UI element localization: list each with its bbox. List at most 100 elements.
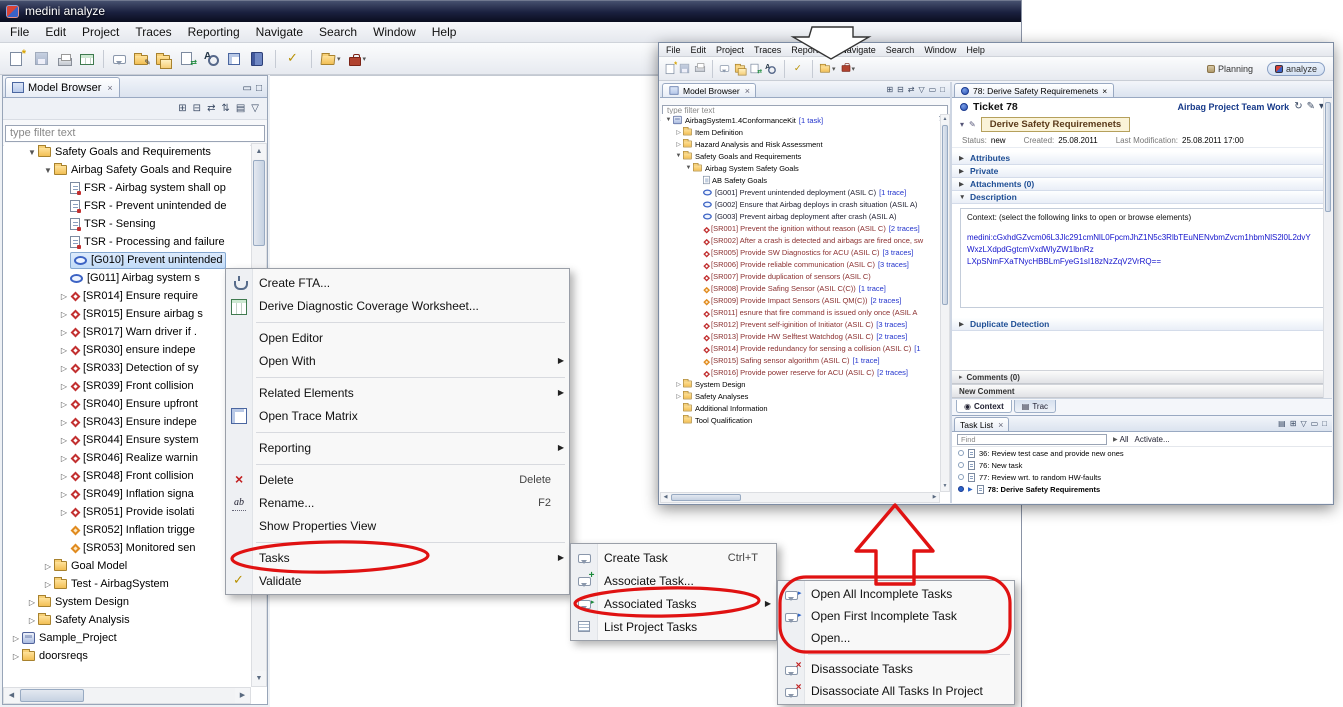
expand-icon[interactable]: ▷ — [674, 141, 683, 148]
open-folder-button[interactable]: ▾ — [817, 62, 839, 76]
section-attachments[interactable]: ▶ Attachments (0) — [952, 178, 1332, 191]
tree-item-g010-prevent-unintended[interactable]: [G010] Prevent unintended — [4, 251, 250, 269]
expand-icon[interactable]: ▷ — [58, 346, 70, 355]
save-button[interactable] — [677, 60, 692, 77]
menu-item-associated-tasks[interactable]: Associated Tasks▶ — [571, 592, 776, 615]
edit-folder-button[interactable] — [131, 50, 151, 67]
tree-item-sr016-provide-power-reserve-for-acu-asil[interactable]: [SR016] Provide power reserve for ACU (A… — [661, 366, 939, 378]
ticket-title-field[interactable]: Derive Safety Requiremenets — [981, 117, 1130, 132]
expand-icon[interactable]: ▷ — [58, 436, 70, 445]
menu-item-show-properties-view[interactable]: Show Properties View — [226, 514, 569, 537]
collapse-icon[interactable]: ▼ — [674, 153, 683, 159]
sync-doc-button[interactable] — [748, 60, 761, 77]
context-link[interactable]: medini:cGxhdGZvcm06L3Jlc291cmNlL0FpcmJhZ… — [967, 232, 1317, 256]
menu-edit[interactable]: Edit — [37, 23, 74, 41]
new-file-button[interactable] — [663, 60, 677, 78]
menu-item-reporting[interactable]: Reporting▶ — [226, 436, 569, 459]
maximize-icon[interactable]: □ — [1322, 420, 1327, 428]
menu-item-derive-diagnostic-coverage-worksheet[interactable]: Derive Diagnostic Coverage Worksheet... — [226, 294, 569, 317]
tree-item-airbag-safety-goals-and-require[interactable]: ▼Airbag Safety Goals and Require — [4, 161, 250, 179]
menu-item-open-with[interactable]: Open With▶ — [226, 349, 569, 372]
tree-item-doorsreqs[interactable]: ▷doorsreqs — [4, 647, 250, 665]
layout-icon[interactable]: ▤ — [1278, 420, 1286, 428]
expand-icon[interactable]: ▷ — [58, 418, 70, 427]
tree-item-g003-prevent-airbag-deployment-after-cra[interactable]: [G003] Prevent airbag deployment after c… — [661, 210, 939, 222]
maximize-icon[interactable]: □ — [256, 84, 262, 94]
menu-reporting[interactable]: Reporting — [786, 44, 835, 56]
close-icon[interactable]: × — [1102, 86, 1107, 96]
ticket-editor-tab[interactable]: 78: Derive Safety Requiremenets × — [954, 83, 1114, 97]
tools-button[interactable]: ▾ — [839, 62, 859, 75]
expand-icon[interactable]: ▷ — [58, 310, 70, 319]
menu-window[interactable]: Window — [365, 23, 424, 41]
menu-reporting[interactable]: Reporting — [180, 23, 248, 41]
view-menu-icon[interactable]: ▽ — [251, 104, 259, 114]
tree-item-sr001-prevent-the-ignition-without-reaso[interactable]: [SR001] Prevent the ignition without rea… — [661, 222, 939, 234]
tree-item-sample-project[interactable]: ▷Sample_Project — [4, 629, 250, 647]
collapse-icon[interactable]: ▼ — [684, 165, 693, 171]
comment-button[interactable] — [110, 51, 129, 66]
tree-item-additional-information[interactable]: Additional Information — [661, 402, 939, 414]
perspective-analyze[interactable]: analyze — [1267, 62, 1325, 76]
expand-icon[interactable]: ▷ — [674, 381, 683, 388]
section-private[interactable]: ▶ Private — [952, 165, 1332, 178]
tree-item-airbagsystem1-4conformancekit[interactable]: ▼AirbagSystem1.4ConformanceKit [1 task] — [661, 114, 939, 126]
activate-link[interactable]: Activate... — [1135, 435, 1170, 444]
tree-item-sr039-front-collision[interactable]: ▷[SR039] Front collision — [4, 377, 250, 395]
book-button[interactable] — [245, 49, 269, 69]
menu-item-rename[interactable]: Rename...F2 — [226, 491, 569, 514]
collapse-icon[interactable]: ▼ — [42, 166, 54, 175]
all-filter[interactable]: ▶ All — [1113, 435, 1129, 444]
scrollbar-thumb[interactable] — [942, 125, 948, 305]
tree-item-sr051-provide-isolati[interactable]: ▷[SR051] Provide isolati — [4, 503, 250, 521]
close-icon[interactable]: × — [107, 83, 112, 93]
section-description[interactable]: ▼ Description — [952, 191, 1332, 204]
tree-item-sr014-ensure-require[interactable]: ▷[SR014] Ensure require — [4, 287, 250, 305]
expand-icon[interactable]: ▷ — [58, 472, 70, 481]
scrollbar-thumb[interactable] — [20, 689, 84, 702]
collapse-all-icon[interactable]: ⊟ — [897, 86, 904, 94]
menu-traces[interactable]: Traces — [127, 23, 179, 41]
tree-item-sr044-ensure-system[interactable]: ▷[SR044] Ensure system — [4, 431, 250, 449]
expand-icon[interactable]: ▷ — [58, 508, 70, 517]
menu-item-list-project-tasks[interactable]: List Project Tasks — [571, 615, 776, 638]
expand-icon[interactable]: ▷ — [58, 328, 70, 337]
tree-item-tsr-processing-and-failure[interactable]: TSR - Processing and failure — [4, 233, 250, 251]
tree-item-g002-ensure-that-airbag-deploys-in-crash[interactable]: [G002] Ensure that Airbag deploys in cra… — [661, 198, 939, 210]
minimize-icon[interactable]: ▭ — [1311, 420, 1319, 428]
task-list-item-78-derive-safety-requirements[interactable]: ▶78: Derive Safety Requirements — [952, 483, 1332, 495]
bottom-tab-trac[interactable]: ▤Trac — [1014, 400, 1056, 413]
menu-item-create-fta[interactable]: Create FTA... — [226, 271, 569, 294]
tree-item-item-definition[interactable]: ▷Item Definition — [661, 126, 939, 138]
tree-item-sr052-inflation-trigge[interactable]: [SR052] Inflation trigge — [4, 521, 250, 539]
menu-item-open-first-incomplete-task[interactable]: Open First Incomplete Task — [778, 605, 1014, 627]
maximize-icon[interactable]: □ — [940, 86, 945, 94]
section-attributes[interactable]: ▶ Attributes — [952, 152, 1332, 165]
section-duplicate-detection[interactable]: ▶ Duplicate Detection — [952, 318, 1332, 331]
comment-button[interactable] — [717, 62, 732, 75]
tree-item-sr014-provide-redundancy-for-sensing-a-c[interactable]: [SR014] Provide redundancy for sensing a… — [661, 342, 939, 354]
tree-item-sr005-provide-sw-diagnostics-for-acu-asi[interactable]: [SR005] Provide SW Diagnostics for ACU (… — [661, 246, 939, 258]
tree-item-sr053-monitored-sen[interactable]: [SR053] Monitored sen — [4, 539, 250, 557]
view-menu-icon[interactable]: ▽ — [918, 86, 924, 94]
scroll-left-icon[interactable]: ◀ — [661, 493, 670, 502]
tree-item-sr043-ensure-indepe[interactable]: ▷[SR043] Ensure indepe — [4, 413, 250, 431]
menu-item-delete[interactable]: DeleteDelete — [226, 468, 569, 491]
tree-item-test-airbagsystem[interactable]: ▷Test - AirbagSystem — [4, 575, 250, 593]
scroll-down-icon[interactable]: ▼ — [252, 671, 266, 686]
search-button[interactable] — [200, 49, 223, 69]
tree-item-sr040-ensure-upfront[interactable]: ▷[SR040] Ensure upfront — [4, 395, 250, 413]
expand-icon[interactable]: ▷ — [58, 382, 70, 391]
link-with-editor-icon[interactable]: ⇄ — [207, 104, 215, 114]
tree-item-sr017-warn-driver-if[interactable]: ▷[SR017] Warn driver if . — [4, 323, 250, 341]
expand-icon[interactable]: ▷ — [674, 129, 683, 136]
menu-project[interactable]: Project — [711, 44, 749, 56]
scroll-down-icon[interactable]: ▼ — [941, 482, 949, 491]
link-with-editor-icon[interactable]: ⇄ — [908, 86, 915, 94]
menu-file[interactable]: File — [2, 23, 37, 41]
folder-pair-button[interactable] — [732, 62, 748, 76]
folder-pair-button[interactable] — [153, 50, 173, 67]
collapse-icon[interactable]: ▼ — [664, 117, 673, 123]
tree-item-sr008-provide-safing-sensor-asil-c-c[interactable]: [SR008] Provide Safing Sensor (ASIL C(C)… — [661, 282, 939, 294]
menu-project[interactable]: Project — [74, 23, 127, 41]
